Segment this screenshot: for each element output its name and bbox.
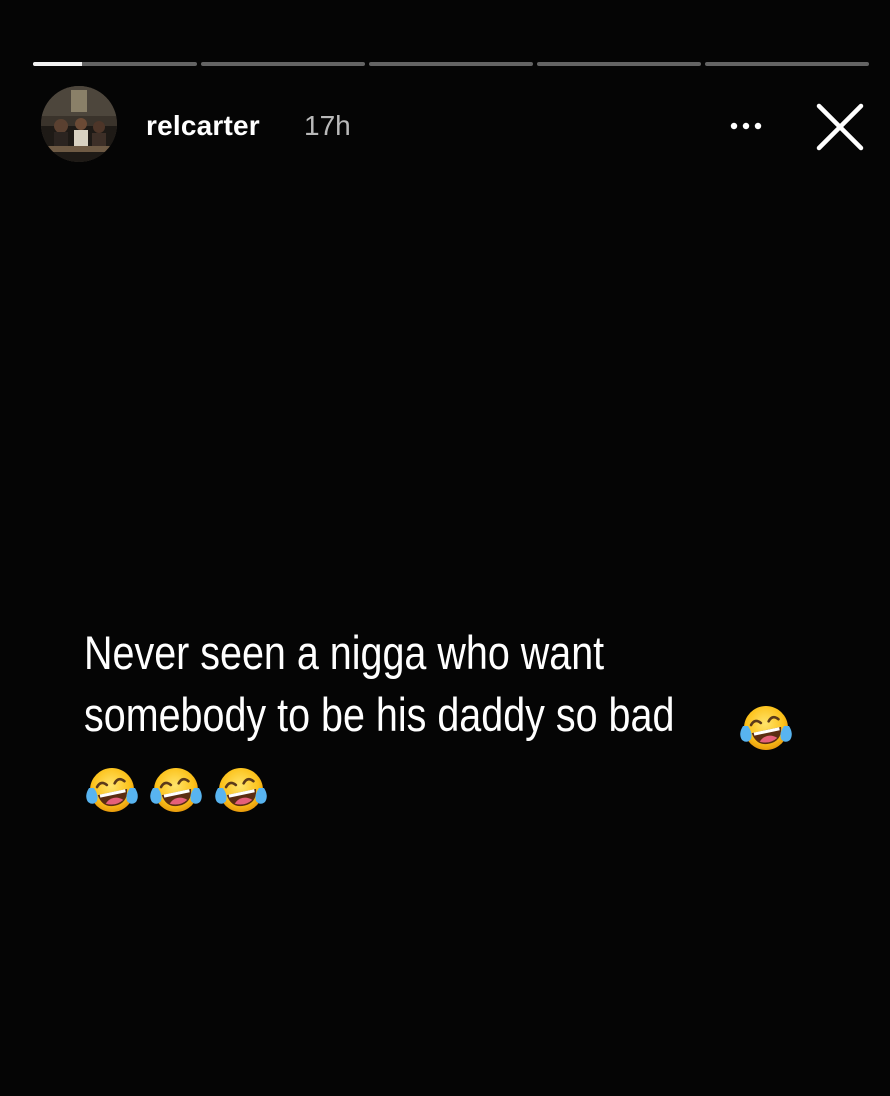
caption-line: Never seen a nigga who want [84, 626, 605, 679]
progress-segment [705, 62, 869, 66]
progress-segment [537, 62, 701, 66]
close-button[interactable] [811, 98, 869, 156]
caption-inline-emoji [738, 700, 798, 761]
story-header: relcarter 17h [41, 86, 871, 162]
progress-segment [369, 62, 533, 66]
tears-of-joy-emoji-icon [84, 762, 140, 818]
caption-emoji-row [84, 762, 273, 822]
story-viewer[interactable]: relcarter 17h Never seen a nigga who wan… [0, 0, 890, 1096]
avatar[interactable] [41, 86, 117, 162]
tears-of-joy-emoji-icon [738, 700, 794, 756]
story-progress-bar [33, 62, 869, 66]
tears-of-joy-emoji-icon [148, 762, 204, 818]
progress-segment [201, 62, 365, 66]
more-horizontal-icon [730, 122, 762, 130]
progress-segment [33, 62, 197, 66]
more-options-button[interactable] [721, 106, 775, 146]
caption-line: somebody to be his daddy so bad [84, 688, 675, 741]
avatar-photo [41, 86, 117, 162]
progress-segment-fill [33, 62, 83, 66]
story-caption: Never seen a nigga who want somebody to … [84, 622, 722, 746]
close-icon [816, 103, 864, 151]
username[interactable]: relcarter [146, 110, 260, 142]
tears-of-joy-emoji-icon [213, 762, 269, 818]
story-timestamp: 17h [304, 110, 351, 141]
